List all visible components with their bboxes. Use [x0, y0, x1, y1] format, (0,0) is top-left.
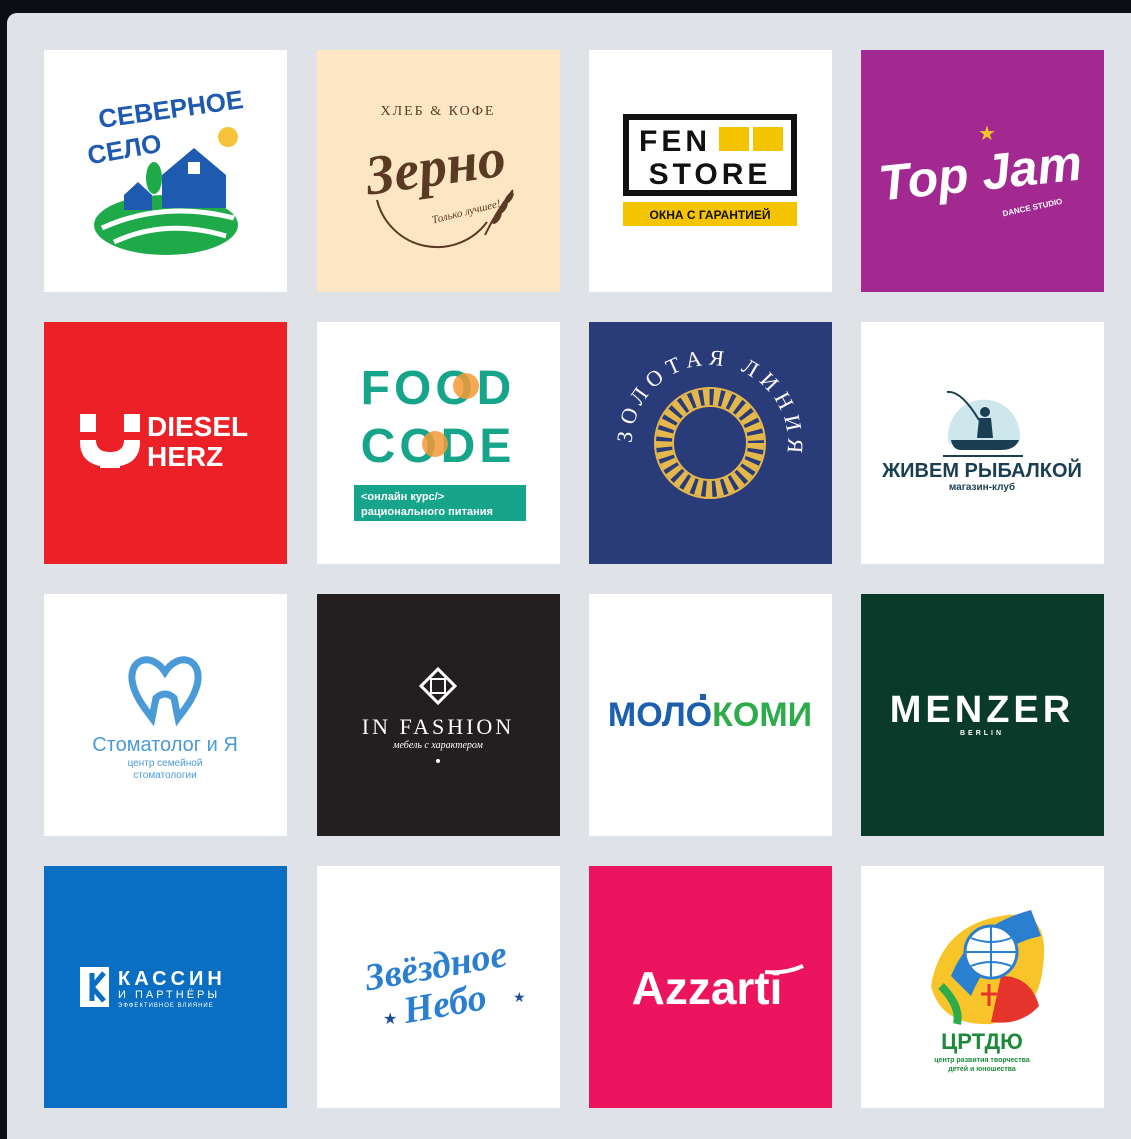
logo-line1: FOOD: [361, 362, 516, 415]
logo-stomatolog[interactable]: Стоматолог и Я центр семейной стоматолог…: [44, 594, 287, 836]
knot-icon: [418, 666, 458, 706]
bottle-icon: [700, 694, 706, 700]
logo-kassin[interactable]: КАССИН И ПАРТНЁРЫ ЭФФЕКТИВНОЕ ВЛИЯНИЕ: [44, 866, 287, 1108]
logo-title: Azzarti: [632, 962, 783, 1014]
svg-text:ЗОЛОТАЯ ЛИНИЯ: ЗОЛОТАЯ ЛИНИЯ: [612, 344, 809, 459]
logo-zolotaya-liniya[interactable]: ЗОЛОТАЯ ЛИНИЯ: [589, 322, 832, 564]
logo-sub2: детей и юношества: [948, 1065, 1016, 1073]
star-icon: ★: [978, 123, 996, 145]
logo-ring-text: ЗОЛОТАЯ ЛИНИЯ: [612, 344, 803, 459]
logo-line1: КАССИН: [118, 968, 226, 990]
globe-figure-icon: [931, 910, 1045, 1025]
logo-sub1: центр семейной: [128, 758, 203, 769]
logo-top: ХЛЕБ & КОФЕ: [381, 104, 496, 119]
logo-title: IN FASHION: [362, 714, 514, 739]
logo-line2: И ПАРТНЁРЫ: [118, 989, 220, 1001]
logo-line2: HERZ: [147, 441, 223, 472]
tooth-heart-icon: [128, 656, 202, 727]
logo-title: Зерно: [361, 127, 510, 208]
logo-line2: STORE: [649, 158, 772, 191]
logo-sub: BERLIN: [960, 730, 1004, 737]
logo-severnoe-selo[interactable]: СЕВЕРНОЕ СЕЛО: [44, 50, 287, 292]
logo-title: ЦРТДЮ: [941, 1029, 1023, 1054]
logo-food-code[interactable]: FOOD CODE <онлайн курс/> рационального п…: [317, 322, 560, 564]
logo-sub1: центр развития творчества: [934, 1057, 1030, 1064]
logo-line1: СЕВЕРНОЕ: [96, 84, 245, 134]
logo-title: MENZER: [890, 689, 1074, 731]
logo-line3: ЭФФЕКТИВНОЕ ВЛИЯНИЕ: [118, 1003, 214, 1009]
logo-sub: DANCE STUDIO: [1002, 197, 1063, 218]
wheat-icon: [484, 189, 514, 236]
ornament-ring-icon: [654, 387, 766, 499]
logo-molokomi[interactable]: МОЛОКОМИ: [589, 594, 832, 836]
logo-title: Стоматолог и Я: [92, 734, 238, 756]
logo-bar: ОКНА С ГАРАНТИЕЙ: [650, 207, 771, 222]
logo-zvezdnoe-nebo[interactable]: Звёздное Небо ★ ★: [317, 866, 560, 1108]
svg-text:МОЛОКОМИ: МОЛОКОМИ: [608, 696, 812, 734]
logo-in-fashion[interactable]: IN FASHION мебель с характером: [317, 594, 560, 836]
logo-title: ЖИВЕМ РЫБАЛКОЙ: [881, 458, 1082, 482]
logo-fen-store[interactable]: FEN STORE ОКНА С ГАРАНТИЕЙ: [589, 50, 832, 292]
k-mark-icon: [80, 967, 109, 1007]
logo-title1: МОЛО: [608, 696, 712, 734]
logo-diesel-herz[interactable]: DIESEL HERZ: [44, 322, 287, 564]
logo-line1: DIESEL: [147, 411, 248, 442]
logo-zhivem-rybalkoy[interactable]: ЖИВЕМ РЫБАЛКОЙ магазин-клуб: [861, 322, 1104, 564]
logo-crtdyu[interactable]: ЦРТДЮ центр развития творчества детей и …: [861, 866, 1104, 1108]
logo-box1: <онлайн курс/>: [361, 491, 444, 503]
logo-sub2: стоматологии: [133, 770, 196, 781]
logo-sub: магазин-клуб: [949, 481, 1015, 493]
herz-mark-icon: [80, 414, 140, 468]
logo-sub: мебель с характером: [392, 740, 483, 751]
logo-menzer[interactable]: MENZER BERLIN: [861, 594, 1104, 836]
logo-title2: КОМИ: [712, 696, 812, 734]
svg-text:★: ★: [513, 989, 526, 1005]
fisherman-icon: [943, 390, 1023, 457]
logo-grid-panel: СЕВЕРНОЕ СЕЛО ХЛЕБ & КОФЕ Зерно Только л…: [7, 13, 1131, 1139]
logo-line1: FEN: [639, 125, 711, 158]
logo-zerno[interactable]: ХЛЕБ & КОФЕ Зерно Только лучшее!: [317, 50, 560, 292]
logo-azzarti[interactable]: Azzarti: [589, 866, 832, 1108]
svg-text:★: ★: [383, 1011, 397, 1028]
logo-top-jam[interactable]: Top Jam ★ DANCE STUDIO: [861, 50, 1104, 292]
logo-box2: рационального питания: [361, 506, 493, 518]
